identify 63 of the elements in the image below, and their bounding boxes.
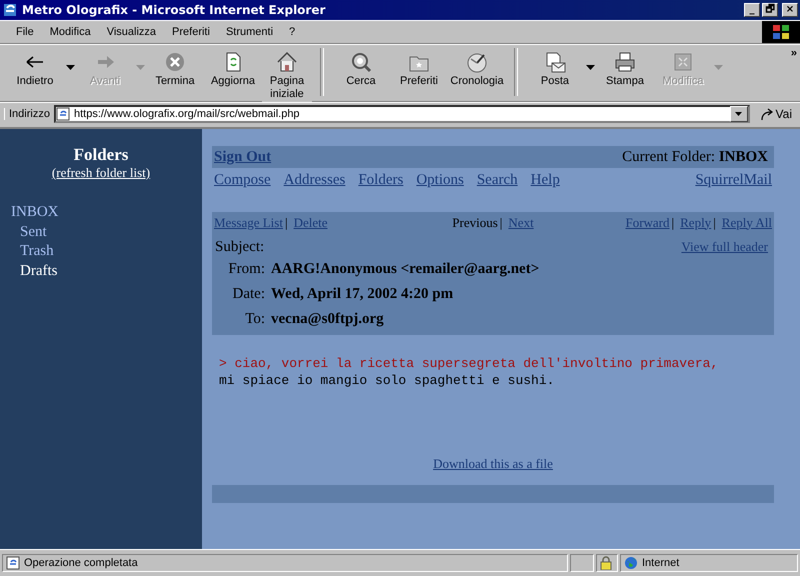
house-icon bbox=[276, 51, 298, 73]
printer-icon bbox=[614, 51, 636, 73]
more-chevron[interactable]: » bbox=[790, 47, 797, 59]
restore-button[interactable]: 🗗 bbox=[762, 3, 778, 17]
dropdown-caret-icon bbox=[586, 64, 594, 70]
nav-link[interactable]: Options bbox=[416, 172, 464, 188]
quoted-line: > ciao, vorrei la ricetta supersegreta dell'involtino primavera, bbox=[219, 355, 720, 372]
windows-logo-icon bbox=[762, 21, 800, 43]
menu-item[interactable]: ? bbox=[281, 24, 304, 40]
folder-item[interactable]: Drafts bbox=[20, 262, 58, 278]
header-value: vecna@s0ftpj.org bbox=[271, 311, 385, 328]
minimize-button[interactable]: _ bbox=[744, 3, 760, 17]
search-icon bbox=[350, 51, 372, 73]
separator-text: | bbox=[672, 214, 674, 230]
menu-item[interactable]: Visualizza bbox=[98, 24, 164, 40]
download-link[interactable]: Download this as a file bbox=[433, 456, 553, 471]
globe-icon bbox=[624, 556, 638, 570]
mail-icon bbox=[544, 51, 566, 73]
status-text: Operazione completata bbox=[24, 557, 138, 569]
status-panel bbox=[570, 554, 594, 572]
dropdown-caret-icon bbox=[66, 64, 74, 70]
stop-icon bbox=[164, 51, 186, 73]
dropdown-caret-icon bbox=[714, 64, 722, 70]
browser-icon bbox=[2, 2, 18, 18]
separator-text: | bbox=[713, 214, 716, 230]
page-icon bbox=[6, 556, 20, 570]
subject-label: Subject: bbox=[215, 238, 264, 256]
dropdown-caret-icon bbox=[735, 112, 742, 116]
header-value: AARG!Anonymous <remailer@aarg.net> bbox=[271, 261, 540, 278]
edit-icon bbox=[672, 51, 694, 73]
current-folder-text: Current Folder: INBOX bbox=[622, 148, 768, 166]
header-label: Date: bbox=[232, 286, 265, 303]
separator-text: | bbox=[500, 214, 502, 230]
nav-link[interactable]: Search bbox=[476, 172, 518, 188]
close-button[interactable]: × bbox=[782, 3, 798, 17]
address-field[interactable]: https://www.olografix.org/mail/src/webmail.php bbox=[54, 105, 750, 123]
lock-icon bbox=[600, 556, 612, 570]
menu-item[interactable]: Strumenti bbox=[218, 24, 282, 40]
folders-heading: Folders bbox=[72, 145, 130, 165]
clock-icon bbox=[466, 51, 488, 73]
menu-item[interactable]: Modifica bbox=[42, 24, 99, 40]
refresh-link[interactable]: (refresh folder list) bbox=[52, 165, 150, 180]
folder-item[interactable]: INBOX bbox=[11, 204, 58, 220]
go-arrow-icon bbox=[760, 107, 774, 121]
menu-item[interactable]: Preferiti bbox=[164, 24, 218, 40]
nav-link[interactable]: Help bbox=[530, 172, 560, 188]
window-title: Metro Olografix - Microsoft Internet Explorer bbox=[22, 3, 326, 17]
squirrelmail-link[interactable]: SquirrelMail bbox=[695, 172, 772, 188]
previous-text: Previous bbox=[452, 214, 498, 230]
header-label: From: bbox=[227, 261, 265, 278]
page-icon bbox=[56, 107, 70, 121]
zone-text: Internet bbox=[642, 557, 680, 569]
separator-text: | bbox=[284, 214, 288, 230]
message-line: mi spiace io mangio solo spaghetti e sushi. bbox=[219, 372, 556, 389]
folder-item[interactable]: Trash bbox=[20, 243, 54, 259]
nav-link[interactable]: Folders bbox=[358, 172, 404, 188]
header-value: Wed, April 17, 2002 4:20 pm bbox=[271, 286, 454, 303]
nav-link[interactable]: Compose bbox=[214, 172, 271, 188]
menu-item[interactable]: File bbox=[8, 24, 42, 40]
folder-item[interactable]: Sent bbox=[20, 224, 47, 240]
dropdown-caret-icon bbox=[136, 64, 144, 70]
header-label: To: bbox=[244, 311, 265, 328]
nav-link[interactable]: Addresses bbox=[284, 172, 346, 188]
